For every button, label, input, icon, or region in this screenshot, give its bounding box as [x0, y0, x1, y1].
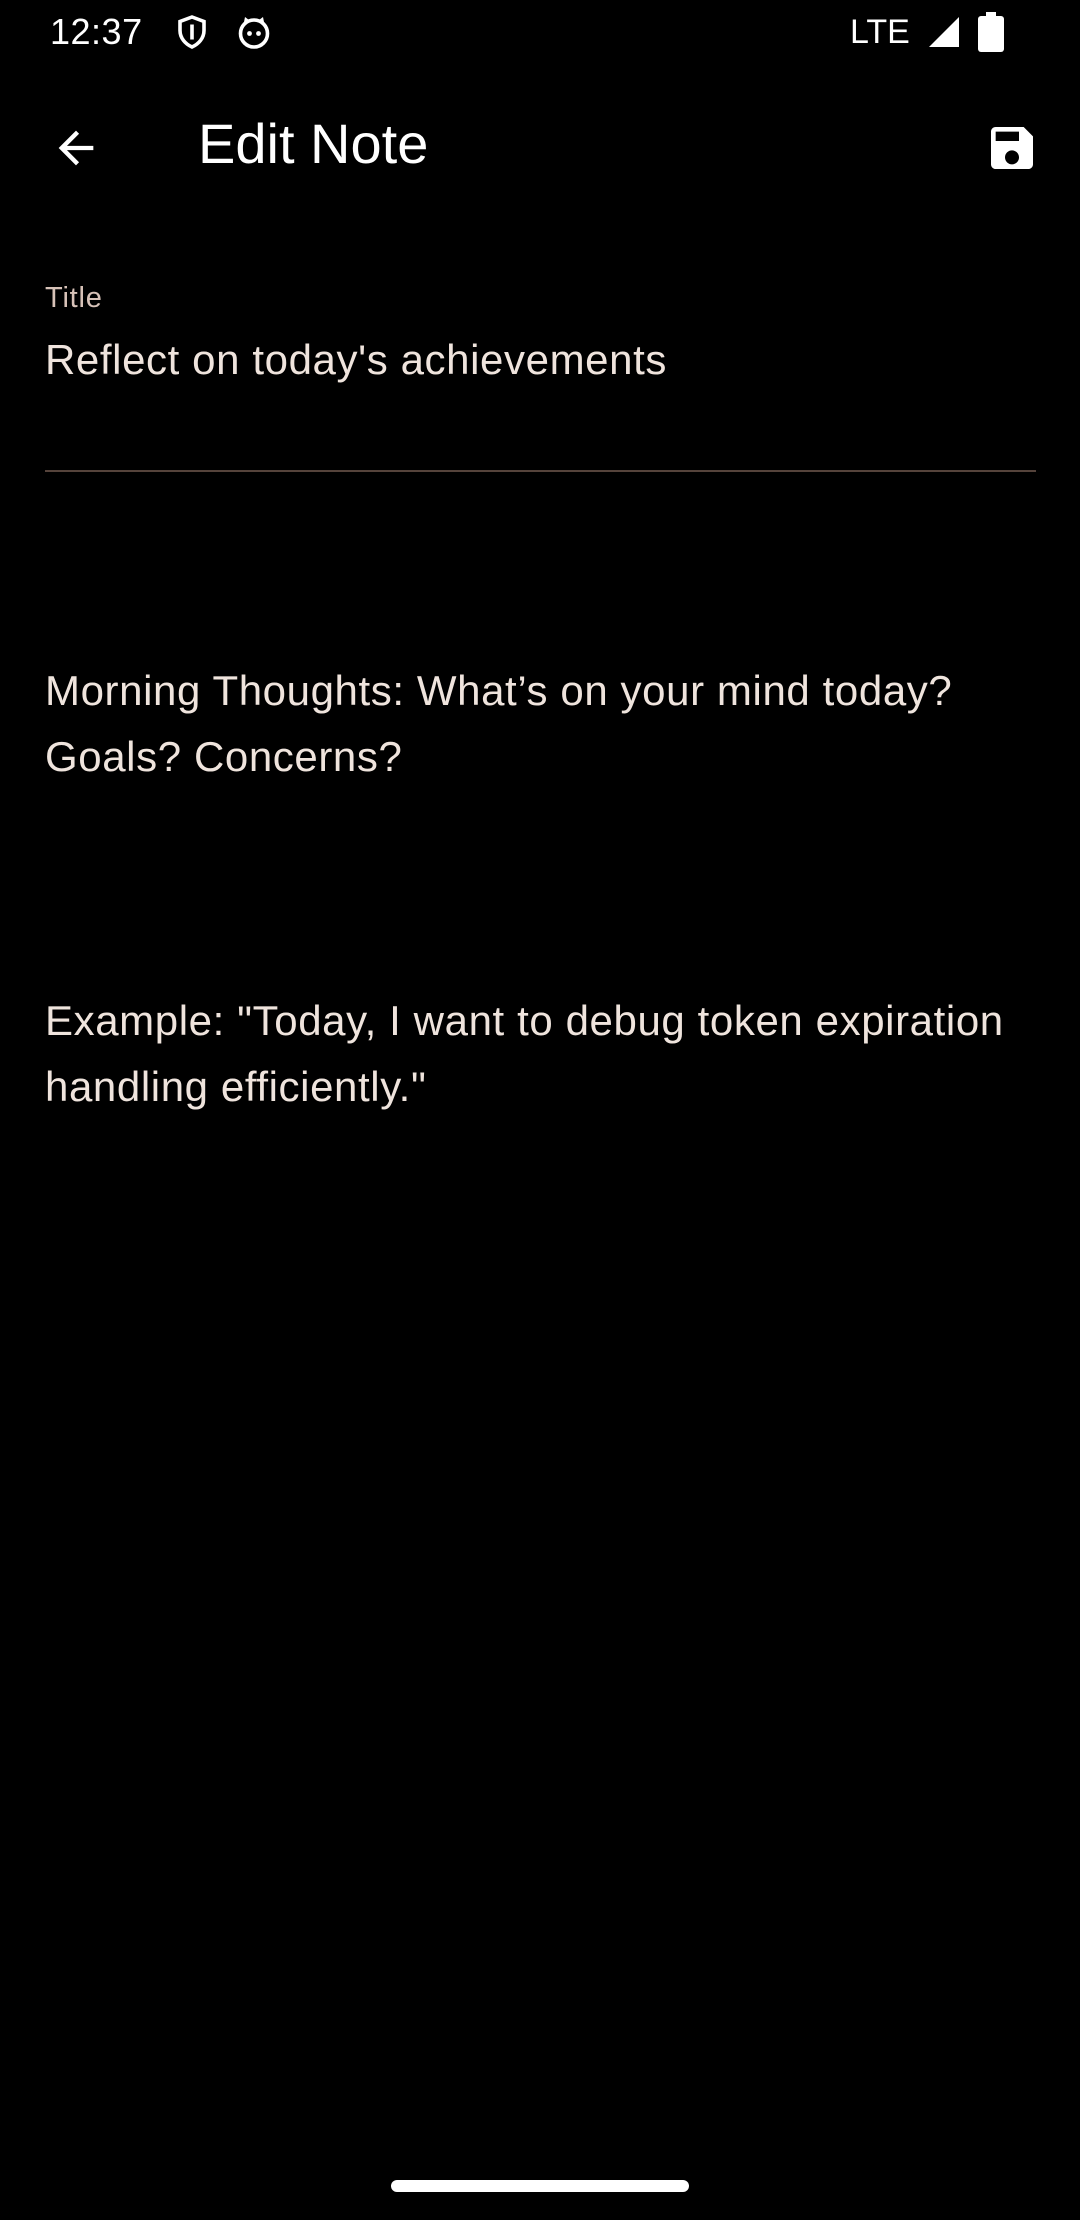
status-time: 12:37: [50, 11, 143, 52]
title-field: Title: [45, 276, 1036, 472]
shield-icon: [178, 15, 206, 49]
title-input[interactable]: [45, 328, 1036, 392]
back-button[interactable]: [36, 108, 116, 188]
battery-icon: [978, 12, 1004, 52]
status-bar: 12:37 LTE: [0, 0, 1080, 64]
network-type: LTE: [850, 13, 910, 51]
cat-face-icon: [238, 17, 270, 49]
page-title: Edit Note: [198, 112, 429, 175]
note-body-paragraph: Morning Thoughts: What’s on your mind to…: [45, 667, 965, 780]
save-icon: [991, 127, 1033, 169]
save-button[interactable]: [972, 108, 1052, 188]
signal-icon: [929, 17, 959, 47]
home-indicator[interactable]: [391, 2180, 689, 2192]
title-divider: [45, 470, 1036, 472]
note-body-paragraph: Example: "Today, I want to debug token e…: [45, 997, 1017, 1110]
app-bar: Edit Note: [0, 64, 1080, 220]
title-label: Title: [45, 282, 103, 314]
arrow-back-icon: [58, 130, 94, 166]
note-body[interactable]: Morning Thoughts: What’s on your mind to…: [45, 526, 1045, 1252]
